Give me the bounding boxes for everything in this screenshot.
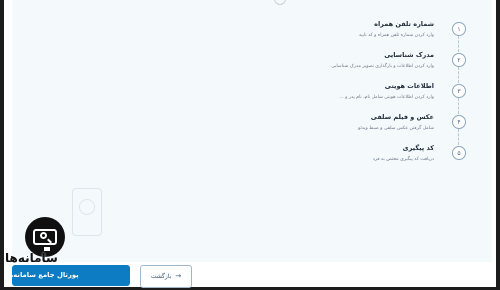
step-number: ۴ [452,115,466,129]
step-description: وارد کردن شماره تلفن همراه و کد تایید [358,33,434,38]
step-connector [458,67,459,83]
step-description: وارد کردن اطلاعات و بارگذاری تصویر مدرک … [331,64,434,69]
step-title: عکس و فیلم سلفی [370,113,434,121]
screen-frame-right [496,0,500,290]
step-number: ۱ [452,22,466,36]
step-number: ۲ [452,53,466,67]
step-number: ۳ [452,84,466,98]
screen-frame-left [0,0,4,290]
steps-panel: ۱ شماره تلفن همراه وارد کردن شماره تلفن … [12,0,492,262]
step-connector [458,36,459,52]
step-title: کد پیگیری [402,144,434,152]
step-description: دریافت کد پیگیری مختص به فرد [372,157,434,162]
step-connector [458,98,459,114]
step-description: شامل گرفتن عکس سلفی و ضبط ویدئو [358,126,434,131]
step-title: شماره تلفن همراه [374,20,434,28]
back-button-label: بازگشت [150,273,172,280]
watermark-title: سامانه‌ها [5,251,58,265]
back-button[interactable]: بازگشت → [140,265,192,288]
step-connector [458,129,459,145]
step-number: ۵ [452,146,466,160]
arrow-right-icon: → [175,272,182,280]
watermark-subtitle: پورتال جامع سامانه‌ها [6,271,79,279]
step-description: وارد کردن اطلاعات هویتی شامل نام، نام پد… [339,95,434,100]
background-illustration [72,188,102,236]
step-title: اطلاعات هویتی [384,82,434,90]
verification-steps: ۱ شماره تلفن همراه وارد کردن شماره تلفن … [252,0,492,262]
step-title: مدرک شناسایی [384,51,434,59]
search-monitor-icon [33,229,57,251]
